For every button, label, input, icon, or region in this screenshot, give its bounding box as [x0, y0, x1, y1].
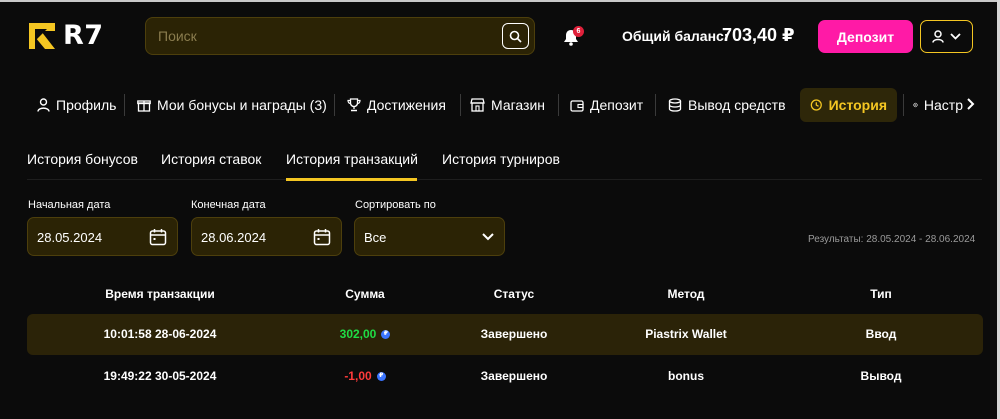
row-amount: 302,00 ₽: [315, 327, 415, 341]
gift-icon: [137, 100, 151, 112]
row-status: Завершено: [480, 369, 548, 383]
nav-item-achievements[interactable]: Достижения: [347, 88, 446, 122]
column-header-amount: Сумма: [345, 287, 385, 301]
notification-badge: 6: [573, 26, 584, 37]
wallet-icon: [570, 99, 584, 112]
nav-divider: [558, 94, 559, 116]
nav-item-history[interactable]: История: [800, 88, 897, 122]
column-header-time: Время транзакции: [105, 287, 215, 301]
nav-scroll-right-icon[interactable]: [966, 97, 975, 111]
tab-tournament-history[interactable]: История турниров: [442, 151, 560, 167]
tab-transaction-history[interactable]: История транзакций: [286, 151, 418, 167]
nav-item-label: Профиль: [56, 97, 117, 113]
logo-text: R7: [63, 20, 104, 51]
active-tab-indicator: [286, 178, 417, 181]
currency-coin-icon: ₽: [381, 329, 391, 339]
history-tabs: История бонусов История ставок История т…: [27, 150, 982, 180]
history-icon: [810, 99, 822, 111]
shop-icon: [470, 98, 485, 112]
nav-item-label: Настр: [923, 97, 963, 113]
search-input[interactable]: Поиск: [145, 17, 535, 55]
amount-value: -1,00: [344, 369, 372, 383]
nav-item-label: Депозит: [590, 97, 644, 113]
nav-item-label: История: [828, 97, 887, 113]
calendar-icon[interactable]: [313, 228, 331, 246]
end-date-value: 28.06.2024: [201, 230, 267, 245]
nav-divider: [655, 94, 656, 116]
end-date-field[interactable]: 28.06.2024: [191, 217, 342, 256]
row-type: Ввод: [865, 327, 897, 341]
start-date-label: Начальная дата: [28, 199, 111, 211]
chevron-down-icon: [950, 33, 961, 40]
nav-item-shop[interactable]: Магазин: [470, 88, 545, 122]
amount-value: 302,00: [339, 327, 377, 341]
row-time: 19:49:22 30-05-2024: [103, 369, 217, 383]
deposit-button[interactable]: Депозит: [818, 20, 913, 53]
row-method: Piastrix Wallet: [645, 327, 727, 341]
column-header-method: Метод: [667, 287, 705, 301]
column-header-type: Тип: [870, 287, 892, 301]
row-time: 10:01:58 28-06-2024: [103, 327, 217, 341]
profile-nav: Профиль Мои бонусы и награды (3) Достиже…: [27, 88, 997, 122]
logo-mark-icon: [29, 22, 55, 49]
balance-value: 703,40 ₽: [722, 25, 795, 45]
chevron-down-icon: [482, 233, 494, 241]
nav-item-settings[interactable]: Настр: [913, 88, 963, 122]
end-date-label: Конечная дата: [191, 199, 266, 211]
row-amount: -1,00 ₽: [315, 369, 415, 383]
nav-item-label: Достижения: [367, 97, 446, 113]
search-button[interactable]: [502, 23, 529, 49]
start-date-field[interactable]: 28.05.2024: [27, 217, 178, 256]
row-status: Завершено: [480, 327, 548, 341]
nav-divider: [124, 94, 125, 116]
start-date-value: 28.05.2024: [37, 230, 103, 245]
nav-item-profile[interactable]: Профиль: [37, 88, 116, 122]
calendar-icon[interactable]: [149, 228, 167, 246]
nav-item-bonuses[interactable]: Мои бонусы и награды (3): [137, 88, 327, 122]
tab-bonus-history[interactable]: История бонусов: [27, 151, 138, 167]
search-icon: [509, 30, 522, 43]
nav-item-label: Мои бонусы и награды (3): [157, 97, 327, 113]
column-header-status: Статус: [493, 287, 535, 301]
currency-coin-icon: ₽: [376, 371, 386, 381]
nav-item-deposit[interactable]: Депозит: [570, 88, 643, 122]
balance-label: Общий баланс:: [622, 28, 729, 44]
user-menu-button[interactable]: [920, 20, 973, 53]
nav-item-label: Магазин: [491, 97, 546, 113]
nav-divider: [460, 94, 461, 116]
sort-select[interactable]: Все: [354, 217, 505, 256]
header: R7 Поиск 6 Общий баланс: 703,40 ₽ Депози…: [0, 2, 997, 70]
gear-icon: [913, 102, 918, 108]
logo[interactable]: R7: [27, 20, 104, 51]
sort-value: Все: [364, 230, 387, 245]
trophy-icon: [347, 98, 361, 112]
results-range-text: Результаты: 28.05.2024 - 28.06.2024: [808, 234, 976, 245]
nav-divider: [334, 94, 335, 116]
nav-item-withdraw[interactable]: Вывод средств: [668, 88, 786, 122]
search-placeholder: Поиск: [158, 28, 197, 44]
row-method: bonus: [668, 369, 704, 383]
sort-label: Сортировать по: [355, 199, 436, 211]
user-icon: [37, 98, 50, 112]
nav-item-label: Вывод средств: [688, 97, 786, 113]
row-type: Вывод: [860, 369, 902, 383]
nav-divider: [903, 94, 904, 116]
user-icon: [932, 30, 944, 43]
coins-icon: [668, 98, 682, 112]
tab-bet-history[interactable]: История ставок: [161, 151, 261, 167]
